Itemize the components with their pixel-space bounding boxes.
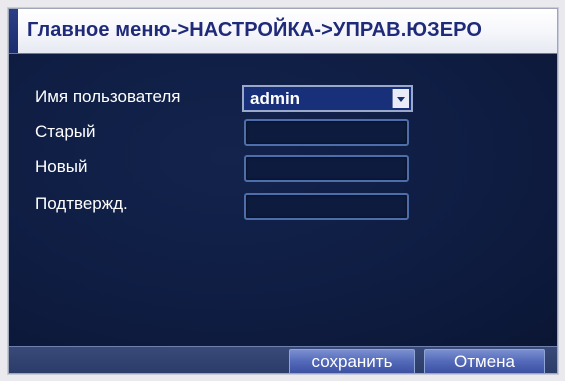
username-select[interactable]: admin (242, 85, 413, 112)
confirm-password-label: Подтвержд. (35, 194, 128, 213)
button-bar: сохранить Отмена (9, 346, 557, 373)
old-password-label: Старый (35, 122, 96, 141)
new-password-field[interactable] (244, 155, 409, 182)
change-password-dialog: Главное меню->НАСТРОЙКА->УПРАВ.ЮЗЕРО Имя… (8, 8, 558, 374)
chevron-down-icon[interactable] (392, 89, 409, 108)
old-password-field[interactable] (244, 119, 409, 146)
breadcrumb-title: Главное меню->НАСТРОЙКА->УПРАВ.ЮЗЕРО (27, 19, 482, 41)
save-button[interactable]: сохранить (289, 349, 415, 373)
new-password-label: Новый (35, 157, 88, 176)
title-accent (9, 9, 18, 53)
cancel-button[interactable]: Отмена (424, 349, 545, 373)
username-value: admin (250, 89, 301, 108)
username-label: Имя пользователя (35, 87, 181, 106)
title-bar: Главное меню->НАСТРОЙКА->УПРАВ.ЮЗЕРО (9, 9, 557, 54)
confirm-password-field[interactable] (244, 193, 409, 220)
form-panel: Имя пользователя admin Старый Новый Подт… (9, 54, 557, 346)
